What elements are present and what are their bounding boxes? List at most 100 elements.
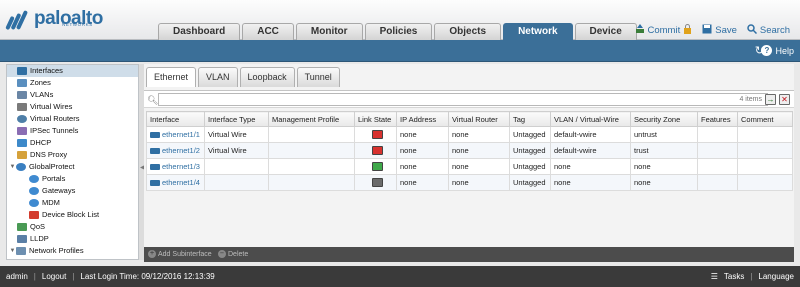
add-subinterface-button[interactable]: + Add Subinterface (148, 250, 212, 258)
tree-item-label: Virtual Wires (30, 102, 73, 111)
tree-item-dns-proxy[interactable]: DNS Proxy (7, 149, 138, 161)
tab-dashboard[interactable]: Dashboard (158, 23, 241, 40)
brand-subtitle: NETWORKS (62, 22, 93, 27)
tab-vlan[interactable]: VLAN (198, 67, 238, 87)
security-zone: trust (630, 142, 698, 159)
col-features[interactable]: Features (697, 111, 738, 127)
main-nav-tabs: Dashboard ACC Monitor Policies Objects N… (158, 23, 637, 40)
tag: Untagged (509, 158, 551, 175)
interface-link[interactable]: ethernet1/1 (162, 130, 200, 139)
tab-network[interactable]: Network (503, 23, 573, 40)
ethernet-port-icon (150, 164, 160, 170)
dns-proxy-icon (17, 151, 27, 159)
tree-item-dhcp[interactable]: DHCP (7, 137, 138, 149)
tab-loopback[interactable]: Loopback (239, 67, 295, 87)
tag: Untagged (509, 126, 551, 143)
link-down-icon (371, 130, 383, 139)
tree-item-label: DHCP (30, 138, 52, 147)
commit-button[interactable]: Commit (635, 24, 693, 37)
tree-item-qos[interactable]: QoS (7, 221, 138, 233)
interface-link[interactable]: ethernet1/4 (162, 178, 200, 187)
tab-acc[interactable]: ACC (242, 23, 294, 40)
col-link-state[interactable]: Link State (354, 111, 397, 127)
col-virtual-router[interactable]: Virtual Router (448, 111, 510, 127)
virtual-routers-icon (17, 115, 27, 123)
delete-icon: – (218, 250, 226, 258)
tree-item-vlans[interactable]: VLANs (7, 89, 138, 101)
tree-item-ipsec-tunnels[interactable]: IPSec Tunnels (7, 125, 138, 137)
search-button[interactable]: Search (747, 24, 790, 37)
dhcp-icon (17, 139, 27, 147)
col-tag[interactable]: Tag (509, 111, 551, 127)
last-login-time: Last Login Time: 09/12/2016 12:13:39 (80, 272, 215, 281)
language-link[interactable]: Language (758, 272, 794, 281)
col-comment[interactable]: Comment (737, 111, 793, 127)
tree-item-virtual-wires[interactable]: Virtual Wires (7, 101, 138, 113)
tree-item-device-block-list[interactable]: Device Block List (7, 209, 138, 221)
clear-filter-icon[interactable]: ✕ (779, 94, 790, 105)
table-row[interactable]: ethernet1/1 Virtual Wire none none Untag… (146, 126, 793, 143)
save-button[interactable]: Save (702, 24, 737, 37)
search-label: Search (759, 25, 790, 36)
tag: Untagged (509, 142, 551, 159)
interface-link[interactable]: ethernet1/3 (162, 162, 200, 171)
tree-item-mdm[interactable]: MDM (7, 197, 138, 209)
tab-policies[interactable]: Policies (364, 23, 433, 40)
features (697, 126, 738, 143)
tasks-link[interactable]: Tasks (724, 272, 744, 281)
table-row[interactable]: ethernet1/3 none none Untagged none none (146, 158, 793, 175)
tree-item-label: Zones (30, 78, 51, 87)
tree-item-globalprotect[interactable]: ▼ GlobalProtect (7, 161, 138, 173)
collapse-icon[interactable]: ▼ (9, 245, 16, 257)
collapse-icon[interactable]: ▼ (9, 161, 16, 173)
tab-ethernet[interactable]: Ethernet (146, 67, 197, 87)
tree-item-gateways[interactable]: Gateways (7, 185, 138, 197)
col-interface-type[interactable]: Interface Type (204, 111, 269, 127)
col-management-profile[interactable]: Management Profile (268, 111, 355, 127)
col-security-zone[interactable]: Security Zone (630, 111, 698, 127)
filter-input[interactable] (158, 93, 768, 106)
virtual-router: none (448, 158, 510, 175)
tree-item-label: DNS Proxy (30, 150, 68, 159)
tree-item-label: Interfaces (30, 66, 63, 75)
tab-objects[interactable]: Objects (434, 23, 502, 40)
interface-link[interactable]: ethernet1/2 (162, 146, 200, 155)
tab-monitor[interactable]: Monitor (295, 23, 363, 40)
separator: | (33, 272, 36, 281)
help-icon: ? (761, 45, 773, 56)
tree-item-label: Virtual Routers (30, 114, 80, 123)
col-vlan-virtual-wire[interactable]: VLAN / Virtual-Wire (550, 111, 631, 127)
tree-item-label: QoS (30, 222, 46, 231)
tree-item-label: Network Profiles (29, 246, 84, 255)
features (697, 142, 738, 159)
table-row[interactable]: ethernet1/2 Virtual Wire none none Untag… (146, 142, 793, 159)
interfaces-panel: Ethernet VLAN Loopback Tunnel 🔍︎ 4 items… (144, 64, 794, 262)
ip-address: none (396, 142, 449, 159)
table-row[interactable]: ethernet1/4 none none Untagged none none (146, 174, 793, 191)
logout-link[interactable]: Logout (42, 272, 66, 281)
tree-item-virtual-routers[interactable]: Virtual Routers (7, 113, 138, 125)
commit-icon (635, 24, 645, 37)
add-subinterface-label: Add Subinterface (158, 250, 212, 258)
interface-type: Virtual Wire (204, 142, 269, 159)
tree-item-network-profiles[interactable]: ▼ Network Profiles (7, 245, 138, 257)
apply-filter-icon[interactable]: → (765, 94, 776, 105)
tree-item-zones[interactable]: Zones (7, 77, 138, 89)
management-profile (268, 142, 355, 159)
virtual-router: none (448, 126, 510, 143)
tree-item-portals[interactable]: Portals (7, 173, 138, 185)
help-button[interactable]: ? Help (761, 45, 794, 56)
tab-device[interactable]: Device (574, 23, 637, 40)
management-profile (268, 174, 355, 191)
vlan-virtual-wire: none (550, 158, 631, 175)
col-interface[interactable]: Interface (146, 111, 205, 127)
col-ip-address[interactable]: IP Address (396, 111, 449, 127)
delete-button[interactable]: – Delete (218, 250, 248, 258)
tree-item-interfaces[interactable]: Interfaces (7, 65, 138, 77)
username: admin (6, 272, 28, 281)
ip-address: none (396, 174, 449, 191)
tab-tunnel[interactable]: Tunnel (296, 67, 340, 87)
separator: | (72, 272, 75, 281)
tree-item-lldp[interactable]: LLDP (7, 233, 138, 245)
separator: | (750, 272, 753, 281)
